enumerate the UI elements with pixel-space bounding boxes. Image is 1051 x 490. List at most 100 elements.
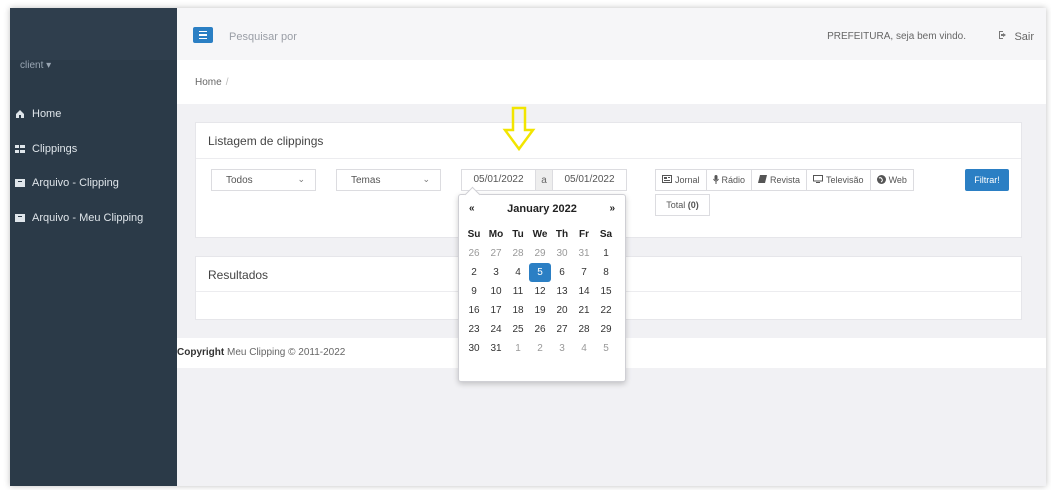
media-filter-group: Jornal Rádio Revista Televisão Web bbox=[655, 169, 914, 191]
calendar-day[interactable]: 2 bbox=[463, 263, 485, 282]
weekday-header: Tu bbox=[512, 229, 524, 240]
listing-title: Listagem de clippings bbox=[208, 134, 324, 148]
calendar-day[interactable]: 2 bbox=[529, 339, 551, 358]
hamburger-icon bbox=[199, 30, 207, 33]
calendar-day[interactable]: 10 bbox=[485, 282, 507, 301]
weekday-header: Su bbox=[467, 229, 481, 240]
monitor-icon bbox=[813, 175, 824, 185]
calendar-day[interactable]: 31 bbox=[485, 339, 507, 358]
breadcrumb-separator: / bbox=[225, 77, 229, 88]
grid-icon bbox=[14, 144, 25, 155]
calendar-day[interactable]: 23 bbox=[463, 320, 485, 339]
media-televisao-button[interactable]: Televisão bbox=[807, 170, 871, 190]
calendar-day[interactable]: 4 bbox=[573, 339, 595, 358]
calendar-day[interactable]: 4 bbox=[507, 263, 529, 282]
calendar-day[interactable]: 27 bbox=[485, 244, 507, 263]
next-month-button[interactable]: » bbox=[609, 203, 615, 214]
weekday-header: Sa bbox=[599, 229, 613, 240]
calendar-day[interactable]: 1 bbox=[595, 244, 617, 263]
calendar-day[interactable]: 20 bbox=[551, 301, 573, 320]
media-web-button[interactable]: Web bbox=[871, 170, 913, 190]
date-to-input[interactable]: 05/01/2022 bbox=[552, 169, 627, 191]
calendar-day[interactable]: 17 bbox=[485, 301, 507, 320]
calendar-day[interactable]: 11 bbox=[507, 282, 529, 301]
calendar-day[interactable]: 28 bbox=[507, 244, 529, 263]
chevron-down-icon: ⌄ bbox=[422, 174, 430, 184]
weekday-header: Mo bbox=[488, 229, 504, 240]
weekday-header: We bbox=[532, 229, 548, 240]
welcome-text: PREFEITURA, seja bem vindo. bbox=[827, 31, 966, 42]
calendar-day[interactable]: 14 bbox=[573, 282, 595, 301]
calendar-day[interactable]: 29 bbox=[529, 244, 551, 263]
breadcrumb: Home / bbox=[195, 77, 228, 88]
app-window: client ▾ Home Clippings Arquivo - Clippi… bbox=[10, 8, 1046, 486]
menu-toggle-button[interactable] bbox=[193, 27, 213, 43]
sign-out-icon bbox=[998, 30, 1008, 43]
calendar-day[interactable]: 26 bbox=[463, 244, 485, 263]
filter-button[interactable]: Filtrar! bbox=[965, 169, 1009, 191]
sidebar: client ▾ Home Clippings Arquivo - Clippi… bbox=[10, 8, 177, 486]
calendar-day[interactable]: 26 bbox=[529, 320, 551, 339]
calendar-day-selected[interactable]: 5 bbox=[529, 263, 551, 282]
newspaper-icon bbox=[662, 175, 672, 185]
calendar-day[interactable]: 3 bbox=[551, 339, 573, 358]
theme-select[interactable]: Temas ⌄ bbox=[336, 169, 441, 191]
search-input[interactable]: Pesquisar por bbox=[229, 31, 297, 43]
archive-icon bbox=[14, 178, 25, 189]
theme-select-value: Temas bbox=[351, 175, 381, 186]
breadcrumb-bar: Home / bbox=[177, 60, 1046, 104]
copyright-text: Copyright Meu Clipping © 2011-2022 bbox=[177, 347, 346, 358]
datepicker-dropdown: « January 2022 » Su Mo Tu We Th Fr Sa 26 27 28 29 3… bbox=[458, 186, 626, 382]
down-arrow-icon bbox=[502, 106, 536, 152]
calendar-day[interactable]: 1 bbox=[507, 339, 529, 358]
calendar-day[interactable]: 30 bbox=[551, 244, 573, 263]
calendar-day[interactable]: 5 bbox=[595, 339, 617, 358]
datepicker-header: « January 2022 » bbox=[459, 203, 625, 219]
weekday-header: Fr bbox=[579, 229, 589, 240]
sidebar-item-label: Arquivo - Meu Clipping bbox=[32, 212, 144, 224]
topbar: Pesquisar por PREFEITURA, seja bem vindo… bbox=[177, 8, 1046, 60]
sidebar-item-arquivo-meu-clipping[interactable]: Arquivo - Meu Clipping bbox=[14, 212, 143, 224]
calendar-day[interactable]: 25 bbox=[507, 320, 529, 339]
type-select-value: Todos bbox=[226, 175, 253, 186]
results-title: Resultados bbox=[208, 268, 269, 282]
calendar-day[interactable]: 22 bbox=[595, 301, 617, 320]
calendar-day[interactable]: 21 bbox=[573, 301, 595, 320]
calendar-day[interactable]: 28 bbox=[573, 320, 595, 339]
sidebar-item-home[interactable]: Home bbox=[14, 108, 61, 120]
media-jornal-button[interactable]: Jornal bbox=[656, 170, 707, 190]
calendar-day[interactable]: 13 bbox=[551, 282, 573, 301]
panel-divider bbox=[196, 158, 1021, 159]
archive-icon bbox=[14, 213, 25, 224]
calendar-day[interactable]: 15 bbox=[595, 282, 617, 301]
calendar-day[interactable]: 19 bbox=[529, 301, 551, 320]
calendar-day[interactable]: 24 bbox=[485, 320, 507, 339]
calendar-day[interactable]: 9 bbox=[463, 282, 485, 301]
calendar-day[interactable]: 6 bbox=[551, 263, 573, 282]
calendar-day[interactable]: 29 bbox=[595, 320, 617, 339]
calendar-day[interactable]: 12 bbox=[529, 282, 551, 301]
datepicker-grid: Su Mo Tu We Th Fr Sa 26 27 28 29 30 31 1 2 3 4 5 6 7 8 9 10 11 1… bbox=[463, 225, 617, 358]
media-revista-button[interactable]: Revista bbox=[752, 170, 808, 190]
breadcrumb-home[interactable]: Home bbox=[195, 77, 222, 88]
calendar-day[interactable]: 3 bbox=[485, 263, 507, 282]
calendar-day[interactable]: 7 bbox=[573, 263, 595, 282]
total-badge: Total (0) bbox=[655, 194, 710, 216]
type-select[interactable]: Todos ⌄ bbox=[211, 169, 316, 191]
datepicker-month-title[interactable]: January 2022 bbox=[459, 203, 625, 215]
sidebar-item-arquivo-clipping[interactable]: Arquivo - Clipping bbox=[14, 177, 119, 189]
calendar-day[interactable]: 31 bbox=[573, 244, 595, 263]
calendar-day[interactable]: 27 bbox=[551, 320, 573, 339]
sidebar-item-label: Home bbox=[32, 108, 62, 120]
home-icon bbox=[14, 109, 25, 120]
calendar-day[interactable]: 30 bbox=[463, 339, 485, 358]
date-range-separator: a bbox=[536, 169, 552, 191]
calendar-day[interactable]: 18 bbox=[507, 301, 529, 320]
calendar-day[interactable]: 16 bbox=[463, 301, 485, 320]
media-radio-button[interactable]: Rádio bbox=[707, 170, 753, 190]
logout-button[interactable]: Sair bbox=[998, 30, 1034, 43]
calendar-day[interactable]: 8 bbox=[595, 263, 617, 282]
weekday-header: Th bbox=[555, 229, 569, 240]
user-menu[interactable]: client ▾ bbox=[20, 60, 51, 71]
sidebar-item-clippings[interactable]: Clippings bbox=[14, 143, 77, 155]
